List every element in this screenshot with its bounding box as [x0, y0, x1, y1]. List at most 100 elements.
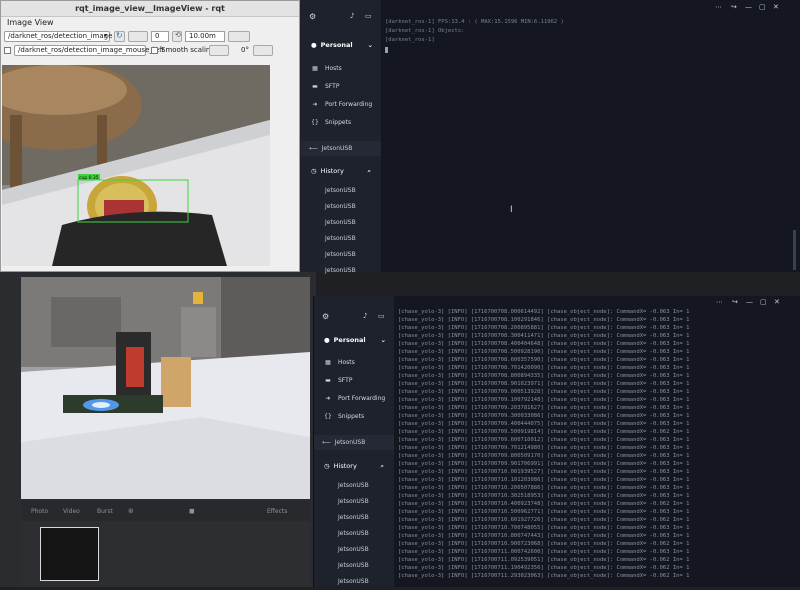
- rotate-right-button[interactable]: [253, 45, 273, 56]
- log-line: [chase_yolo-3] [INFO] [1716700708.000614…: [398, 309, 690, 315]
- personal-label: Personal: [333, 336, 366, 344]
- snippets-icon: {}: [324, 413, 332, 420]
- log-line: [chase_yolo-3] [INFO] [1716700709.100792…: [398, 397, 690, 403]
- close-icon[interactable]: ✕: [774, 298, 780, 306]
- personal-label: Personal: [320, 41, 353, 49]
- more-icon[interactable]: ⋯: [716, 298, 723, 306]
- sidebar-item-label: Port Forwarding: [338, 395, 386, 402]
- terminal-cursor: [385, 46, 388, 53]
- camera-frame-image: cup 0.35: [2, 65, 270, 266]
- terminal-icon[interactable]: ▭: [365, 12, 372, 20]
- active-host-tab[interactable]: ⟵ JetsonUSB: [301, 141, 381, 156]
- log-line: [chase_yolo-3] [INFO] [1716700708.200895…: [398, 325, 690, 331]
- maximize-icon[interactable]: ▢: [760, 298, 767, 306]
- detection-image[interactable]: cup 0.35: [2, 65, 270, 266]
- history-item[interactable]: JetsonUSB: [314, 574, 394, 590]
- sidebar-item-port-forwarding[interactable]: ➜ Port Forwarding: [301, 96, 381, 114]
- terminal-line: [darknet_ros-1] Objects:: [385, 28, 465, 35]
- thumbnail-strip: [21, 521, 310, 587]
- log-line: [chase_yolo-3] [INFO] [1716700710.601927…: [398, 517, 690, 523]
- sidebar-item-hosts[interactable]: ▦ Hosts: [301, 60, 381, 78]
- history-item[interactable]: JetsonUSB: [314, 494, 394, 510]
- save-button[interactable]: [228, 31, 250, 42]
- sidebar-item-port-forwarding[interactable]: ➜ Port Forwarding: [314, 390, 394, 408]
- terminal-output[interactable]: [darknet_ros-1] FPS:13.4 : ( MAX:15.1596…: [385, 18, 564, 53]
- history-item[interactable]: JetsonUSB: [314, 526, 394, 542]
- vault-icon: ●: [311, 41, 317, 49]
- effects-button[interactable]: Effects: [267, 508, 287, 515]
- fps-spinbox[interactable]: 10.00m: [185, 31, 225, 42]
- history-item[interactable]: JetsonUSB: [301, 247, 381, 263]
- close-icon[interactable]: ✕: [773, 3, 779, 11]
- scale-spinbox[interactable]: 0: [151, 31, 169, 42]
- smooth-scaling-checkbox[interactable]: [151, 47, 158, 54]
- personal-vault[interactable]: ● Personal ⌄: [314, 331, 394, 349]
- sidebar-item-snippets[interactable]: {} Snippets: [314, 408, 394, 426]
- history-header[interactable]: ◷ History ⌕: [314, 457, 394, 475]
- sidebar-item-label: SFTP: [338, 377, 353, 384]
- terminal-icon[interactable]: ▭: [378, 312, 385, 320]
- history-item[interactable]: JetsonUSB: [314, 510, 394, 526]
- camera-icon[interactable]: ◼: [189, 507, 195, 515]
- sidebar-item-snippets[interactable]: {} Snippets: [301, 114, 381, 132]
- settings-icon[interactable]: ⚙: [309, 12, 316, 21]
- history-item[interactable]: JetsonUSB: [314, 542, 394, 558]
- log-line: [chase_yolo-3] [INFO] [1716700709.500919…: [398, 429, 690, 435]
- mode-photo[interactable]: Photo: [31, 508, 48, 515]
- forward-icon[interactable]: ↪: [731, 3, 737, 11]
- personal-vault[interactable]: ● Personal ⌄: [301, 36, 381, 54]
- maximize-icon[interactable]: ▢: [759, 3, 766, 11]
- settings-icon[interactable]: ⚙: [322, 312, 329, 321]
- history-list: JetsonUSB JetsonUSB JetsonUSB JetsonUSB …: [301, 183, 381, 279]
- scrollbar[interactable]: [793, 230, 796, 270]
- timer-icon[interactable]: ⊛: [128, 507, 134, 515]
- history-item[interactable]: JetsonUSB: [314, 558, 394, 574]
- history-item[interactable]: JetsonUSB: [314, 478, 394, 494]
- more-icon[interactable]: ⋯: [715, 3, 722, 11]
- sidebar-item-label: Hosts: [325, 65, 342, 72]
- mouse-topic-input[interactable]: /darknet_ros/detection_image_mouse_left: [14, 45, 164, 56]
- log-line: [chase_yolo-3] [INFO] [1716700709.600710…: [398, 437, 690, 443]
- log-line: [chase_yolo-3] [INFO] [1716700708.100291…: [398, 317, 690, 323]
- search-icon[interactable]: ⌕: [380, 457, 384, 475]
- thumbnail[interactable]: [40, 527, 99, 581]
- notification-icon[interactable]: ♪: [363, 312, 367, 320]
- forward-icon[interactable]: ↪: [732, 298, 738, 306]
- rotate-left-button[interactable]: [209, 45, 229, 56]
- log-line: [chase_yolo-3] [INFO] [1716700710.200507…: [398, 485, 690, 491]
- mode-video[interactable]: Video: [63, 508, 80, 515]
- history-item[interactable]: JetsonUSB: [301, 215, 381, 231]
- fps-button[interactable]: ⟲: [172, 31, 182, 42]
- active-host-tab[interactable]: ⟵ JetsonUSB: [314, 435, 394, 450]
- sidebar-item-sftp[interactable]: ▬ SFTP: [314, 372, 394, 390]
- minimize-icon[interactable]: —: [746, 298, 753, 306]
- terminal-output[interactable]: [chase_yolo-3] [INFO] [1716700708.000614…: [398, 308, 798, 587]
- history-item[interactable]: JetsonUSB: [301, 231, 381, 247]
- sidebar-item-sftp[interactable]: ▬ SFTP: [301, 78, 381, 96]
- log-line: [chase_yolo-3] [INFO] [1716700710.302518…: [398, 493, 690, 499]
- camera-window: Photo Video Burst ⊛ ◼ Effects: [0, 272, 316, 587]
- sidebar-item-hosts[interactable]: ▦ Hosts: [314, 354, 394, 372]
- log-line: [chase_yolo-3] [INFO] [1716700710.900723…: [398, 541, 690, 547]
- log-line: [chase_yolo-3] [INFO] [1716700711.092539…: [398, 557, 690, 563]
- back-arrow-icon: ⟵: [309, 145, 318, 152]
- log-line: [chase_yolo-3] [INFO] [1716700710.500962…: [398, 509, 690, 515]
- history-header[interactable]: ◷ History ⌕: [301, 162, 381, 180]
- rotation-label: 0°: [241, 46, 249, 54]
- log-line: [chase_yolo-3] [INFO] [1716700710.800747…: [398, 533, 690, 539]
- terminal-window-2: ⚙ ♪ ▭ ● Personal ⌄ ▦ Hosts ▬ SFTP ➜ Port Forw…: [313, 296, 800, 587]
- zoom-fit-button[interactable]: [128, 31, 148, 42]
- detection-label: cup 0.35: [79, 175, 99, 181]
- notification-icon[interactable]: ♪: [350, 12, 354, 20]
- log-line: [chase_yolo-3] [INFO] [1716700708.500928…: [398, 349, 690, 355]
- camera-preview-image: [21, 277, 310, 499]
- log-line: [chase_yolo-3] [INFO] [1716700711.190492…: [398, 565, 690, 571]
- search-icon[interactable]: ⌕: [367, 162, 371, 180]
- mouse-publish-checkbox[interactable]: [4, 47, 11, 54]
- refresh-button[interactable]: ↻: [114, 31, 125, 42]
- history-item[interactable]: JetsonUSB: [301, 199, 381, 215]
- mode-burst[interactable]: Burst: [97, 508, 113, 515]
- history-item[interactable]: JetsonUSB: [301, 183, 381, 199]
- minimize-icon[interactable]: —: [745, 3, 752, 11]
- topic-select[interactable]: /darknet_ros/detection_image ▾: [4, 31, 112, 42]
